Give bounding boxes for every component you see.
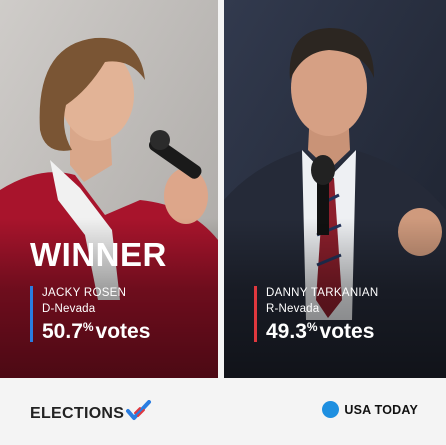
candidate-name: JACKY ROSEN	[42, 287, 127, 299]
party-color-bar	[254, 286, 257, 342]
result-card: WINNER JACKY ROSEN D-Nevada 50.7%votes D…	[0, 0, 446, 445]
footer-bar: ELECTIONS USA TODAY	[0, 378, 446, 445]
usatoday-logo: USA TODAY	[322, 401, 418, 418]
party-color-bar	[30, 286, 33, 342]
percent-symbol: %	[82, 320, 94, 334]
vote-percent: 49.3	[266, 320, 307, 343]
candidate-party: D-Nevada	[42, 303, 96, 315]
usatoday-wordmark: USA TODAY	[344, 402, 418, 417]
elections-logo: ELECTIONS	[30, 400, 152, 427]
candidate-name: DANNY TARKANIAN	[266, 287, 379, 299]
candidate-party: R-Nevada	[266, 303, 320, 315]
votes-label: votes	[319, 320, 375, 343]
votes-label: votes	[95, 320, 151, 343]
elections-wordmark: ELECTIONS	[30, 404, 125, 422]
vote-share: 50.7%votes	[42, 321, 150, 342]
percent-symbol: %	[306, 320, 318, 334]
candidate-panel-rosen: WINNER JACKY ROSEN D-Nevada 50.7%votes	[0, 0, 218, 378]
winner-label: WINNER	[30, 236, 167, 273]
usatoday-dot-icon	[322, 401, 340, 418]
vote-percent: 50.7	[42, 320, 83, 343]
checkmark-flag-icon	[124, 400, 152, 427]
vote-share: 49.3%votes	[266, 321, 374, 342]
